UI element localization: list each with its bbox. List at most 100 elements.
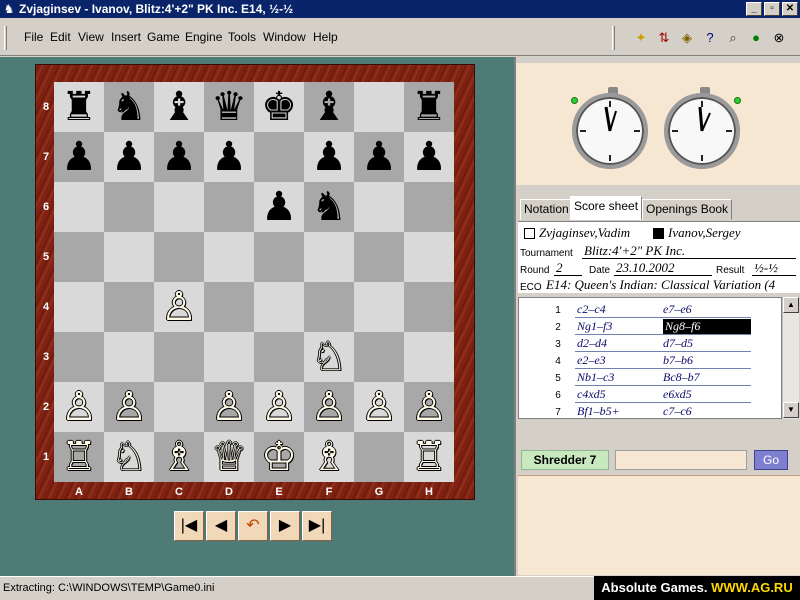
square-a3[interactable] (54, 332, 104, 382)
black-pawn-piece[interactable]: ♟ (111, 132, 147, 182)
square-e7[interactable] (254, 132, 304, 182)
tab-score-sheet[interactable]: Score sheet (570, 196, 643, 220)
black-player[interactable]: Ivanov,Sergey (668, 226, 741, 240)
next-move-button[interactable]: ▶ (270, 511, 300, 541)
square-e5[interactable] (254, 232, 304, 282)
result-value[interactable]: ½-½ (754, 261, 778, 275)
square-b7[interactable]: ♟ (104, 132, 154, 182)
square-b8[interactable]: ♞ (104, 82, 154, 132)
scroll-down-button[interactable]: ▼ (783, 402, 799, 418)
square-a8[interactable]: ♜ (54, 82, 104, 132)
white-pawn-piece[interactable]: ♙ (311, 382, 347, 432)
square-d1[interactable]: ♕ (204, 432, 254, 482)
square-e1[interactable]: ♔ (254, 432, 304, 482)
menu-game[interactable]: Game (147, 30, 180, 44)
black-move[interactable]: e7–e6 (663, 302, 692, 317)
search-icon[interactable]: ⌕ (724, 29, 742, 47)
white-bishop-piece[interactable]: ♗ (161, 432, 197, 482)
menu-window[interactable]: Window (263, 30, 306, 44)
square-d6[interactable] (204, 182, 254, 232)
square-h7[interactable]: ♟ (404, 132, 454, 182)
engine-name[interactable]: Shredder 7 (521, 450, 609, 470)
go-button[interactable]: Go (754, 450, 788, 470)
square-d5[interactable] (204, 232, 254, 282)
close-icon[interactable]: ⊗ (770, 29, 788, 47)
menu-insert[interactable]: Insert (111, 30, 141, 44)
chess-board[interactable]: ♜ ♞ ♝ ♛ ♚ ♝ ♜ ♟ ♟ ♟ ♟ ♟ ♟ ♟ ♟ ♞ ♙ ♘ ♙ ♙ ♙ ♙ ♙ ♙ ♙ ♖ ♘ ♗ ♕ ♔ ♗ ♖ (54, 82, 454, 482)
square-f8[interactable]: ♝ (304, 82, 354, 132)
app-icon[interactable]: ♞ (2, 2, 16, 16)
maximize-button[interactable]: ▫ (764, 2, 780, 16)
square-c3[interactable] (154, 332, 204, 382)
square-a6[interactable] (54, 182, 104, 232)
white-move[interactable]: Nb1–c3 (577, 370, 614, 385)
white-pawn-piece[interactable]: ♙ (261, 382, 297, 432)
black-move[interactable]: c7–c6 (663, 404, 692, 418)
white-pawn-piece[interactable]: ♙ (111, 382, 147, 432)
square-f2[interactable]: ♙ (304, 382, 354, 432)
white-move[interactable]: Bf1–b5+ (577, 404, 620, 418)
scroll-up-button[interactable]: ▲ (783, 297, 799, 313)
square-d4[interactable] (204, 282, 254, 332)
round-value[interactable]: 2 (556, 261, 563, 275)
square-e2[interactable]: ♙ (254, 382, 304, 432)
takeback-button[interactable]: ↶ (238, 511, 268, 541)
black-move[interactable]: b7–b6 (663, 353, 693, 368)
square-d2[interactable]: ♙ (204, 382, 254, 432)
white-rook-piece[interactable]: ♖ (411, 432, 447, 482)
white-knight-piece[interactable]: ♘ (311, 332, 347, 382)
square-f3[interactable]: ♘ (304, 332, 354, 382)
white-move[interactable]: e2–e3 (577, 353, 606, 368)
square-g7[interactable]: ♟ (354, 132, 404, 182)
black-king-piece[interactable]: ♚ (261, 82, 297, 132)
square-g8[interactable] (354, 82, 404, 132)
square-e4[interactable] (254, 282, 304, 332)
square-b4[interactable] (104, 282, 154, 332)
white-player[interactable]: Zvjaginsev,Vadim (539, 226, 630, 240)
eco-value[interactable]: E14: Queen's Indian: Classical Variation… (546, 278, 775, 292)
close-button[interactable]: ✕ (782, 2, 798, 16)
square-b6[interactable] (104, 182, 154, 232)
date-value[interactable]: 23.10.2002 (616, 261, 675, 275)
square-g1[interactable] (354, 432, 404, 482)
menu-help[interactable]: Help (313, 30, 338, 44)
square-c1[interactable]: ♗ (154, 432, 204, 482)
menu-file[interactable]: File (24, 30, 43, 44)
flip-icon[interactable]: ⇅ (655, 29, 673, 47)
move-list-scrollbar[interactable]: ▲ ▼ (782, 297, 799, 419)
move-list[interactable]: 1 c2–c4 e7–e6 2 Ng1–f3 Ng8–f6 3 d2–d4 d7–d5 4 e2–e… (518, 297, 782, 419)
black-queen-piece[interactable]: ♛ (211, 82, 247, 132)
square-e8[interactable]: ♚ (254, 82, 304, 132)
square-c7[interactable]: ♟ (154, 132, 204, 182)
black-pawn-piece[interactable]: ♟ (311, 132, 347, 182)
white-move[interactable]: c2–c4 (577, 302, 606, 317)
square-f5[interactable] (304, 232, 354, 282)
black-pawn-piece[interactable]: ♟ (261, 182, 297, 232)
white-pawn-piece[interactable]: ♙ (61, 382, 97, 432)
black-rook-piece[interactable]: ♜ (411, 82, 447, 132)
tab-openings-book[interactable]: Openings Book (642, 199, 733, 220)
square-a4[interactable] (54, 282, 104, 332)
square-b3[interactable] (104, 332, 154, 382)
white-pawn-piece[interactable]: ♙ (161, 282, 197, 332)
square-g2[interactable]: ♙ (354, 382, 404, 432)
white-king-piece[interactable]: ♔ (261, 432, 297, 482)
black-move[interactable]: d7–d5 (663, 336, 693, 351)
menu-engine[interactable]: Engine (185, 30, 222, 44)
square-d3[interactable] (204, 332, 254, 382)
square-d7[interactable]: ♟ (204, 132, 254, 182)
white-move[interactable]: c4xd5 (577, 387, 606, 402)
square-c4[interactable]: ♙ (154, 282, 204, 332)
ok-icon[interactable]: ● (747, 29, 765, 47)
square-h6[interactable] (404, 182, 454, 232)
square-g4[interactable] (354, 282, 404, 332)
square-f4[interactable] (304, 282, 354, 332)
black-bishop-piece[interactable]: ♝ (161, 82, 197, 132)
square-a5[interactable] (54, 232, 104, 282)
square-h3[interactable] (404, 332, 454, 382)
menu-tools[interactable]: Tools (228, 30, 256, 44)
black-move[interactable]: Ng8–f6 (663, 319, 751, 334)
first-move-button[interactable]: |◀ (174, 511, 204, 541)
black-pawn-piece[interactable]: ♟ (161, 132, 197, 182)
square-a7[interactable]: ♟ (54, 132, 104, 182)
